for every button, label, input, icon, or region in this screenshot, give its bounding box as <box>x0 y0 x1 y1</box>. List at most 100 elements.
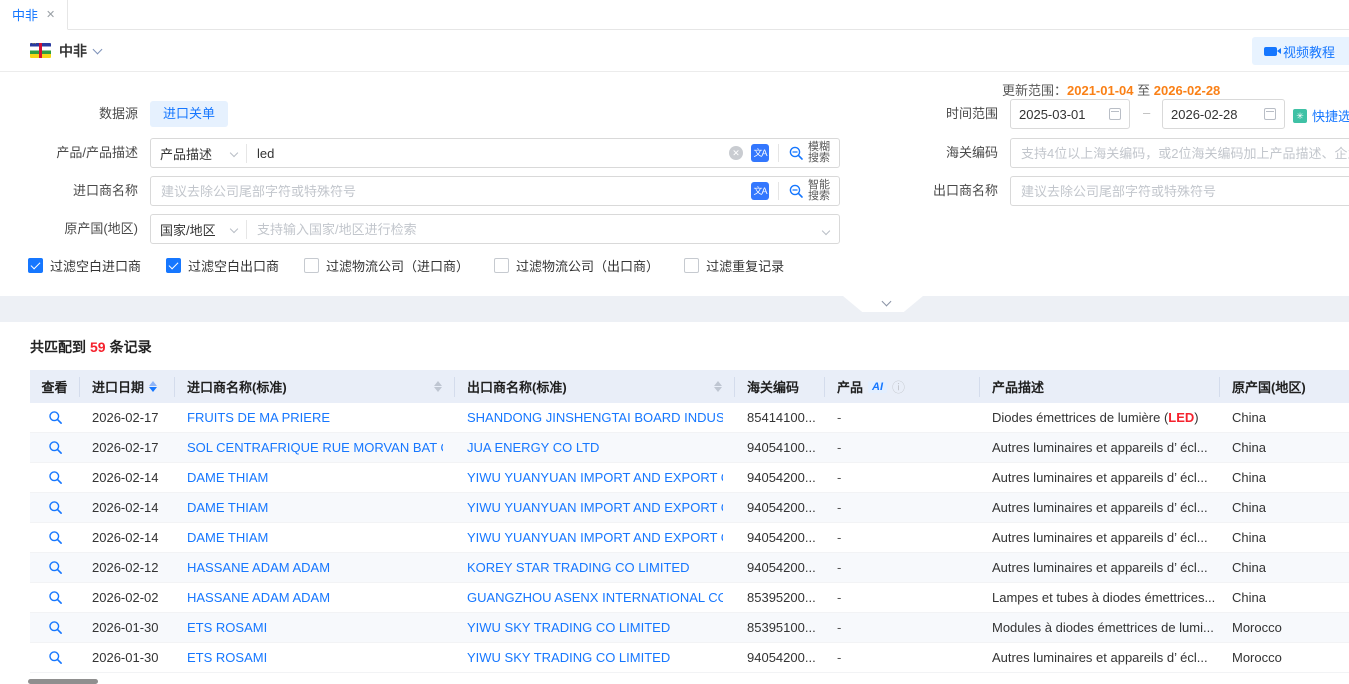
results-prefix: 共匹配到 <box>30 339 86 355</box>
checkbox-icon[interactable] <box>684 258 699 273</box>
exporter-link[interactable]: YIWU SKY TRADING CO LIMITED <box>467 650 670 665</box>
checkbox-label: 过滤物流公司（出口商） <box>516 256 659 275</box>
translate-icon[interactable]: 文A <box>751 182 769 200</box>
date-to-input[interactable]: 2026-02-28 <box>1162 99 1285 129</box>
import-date-cell: 2026-02-14 <box>80 530 175 545</box>
checkbox-icon[interactable] <box>166 258 181 273</box>
datasource-import-declaration-button[interactable]: 进口关单 <box>150 101 228 127</box>
importer-link[interactable]: HASSANE ADAM ADAM <box>187 560 330 575</box>
product-search-input[interactable] <box>247 146 729 161</box>
video-camera-icon <box>1264 47 1277 56</box>
exporter-link[interactable]: YIWU SKY TRADING CO LIMITED <box>467 620 670 635</box>
origin-cell: Morocco <box>1220 650 1349 665</box>
quick-select-button[interactable]: ✳ 快捷选择 <box>1293 106 1349 125</box>
product-label: 产品/产品描述 <box>28 138 138 168</box>
clear-icon[interactable]: ✕ <box>729 146 743 160</box>
divider <box>778 144 779 162</box>
calendar-icon <box>1264 108 1276 120</box>
exporter-input[interactable] <box>1011 184 1349 199</box>
filter-checkbox[interactable]: 过滤空白出口商 <box>166 256 279 275</box>
view-cell[interactable] <box>30 470 80 485</box>
exporter-link[interactable]: GUANGZHOU ASENX INTERNATIONAL CO ... <box>467 590 723 605</box>
info-icon[interactable]: ⓘ <box>892 377 905 396</box>
exporter-link[interactable]: YIWU YUANYUAN IMPORT AND EXPORT C... <box>467 470 723 485</box>
view-detail-icon[interactable] <box>48 410 63 425</box>
collapse-panel-button[interactable] <box>843 296 923 312</box>
horizontal-scrollbar-thumb[interactable] <box>28 679 98 684</box>
date-from-input[interactable]: 2025-03-01 <box>1010 99 1130 129</box>
product-cell: - <box>825 620 980 635</box>
exporter-link[interactable]: YIWU YUANYUAN IMPORT AND EXPORT C... <box>467 530 723 545</box>
importer-link[interactable]: SOL CENTRAFRIQUE RUE MORVAN BAT OF... <box>187 440 443 455</box>
checkbox-icon[interactable] <box>28 258 43 273</box>
filter-checkbox[interactable]: 过滤空白进口商 <box>28 256 141 275</box>
hs-code-cell: 94054200... <box>735 530 825 545</box>
view-detail-icon[interactable] <box>48 620 63 635</box>
view-cell[interactable] <box>30 530 80 545</box>
description-cell: Autres luminaires et appareils d’ écl... <box>980 440 1220 455</box>
video-tutorial-button[interactable]: 视频教程 <box>1252 37 1349 65</box>
importer-link[interactable]: FRUITS DE MA PRIERE <box>187 410 330 425</box>
update-range-from: 2021-01-04 <box>1067 83 1134 98</box>
importer-input[interactable] <box>151 184 751 199</box>
chevron-down-icon[interactable] <box>93 44 103 54</box>
importer-link[interactable]: ETS ROSAMI <box>187 650 267 665</box>
importer-link[interactable]: HASSANE ADAM ADAM <box>187 590 330 605</box>
view-cell[interactable] <box>30 650 80 665</box>
origin-cell: China <box>1220 530 1349 545</box>
importer-link[interactable]: DAME THIAM <box>187 470 268 485</box>
view-cell[interactable] <box>30 440 80 455</box>
col-import-date[interactable]: 进口日期 <box>80 377 175 397</box>
filter-checkbox[interactable]: 过滤重复记录 <box>684 256 784 275</box>
chevron-down-icon[interactable] <box>823 222 839 237</box>
view-cell[interactable] <box>30 410 80 425</box>
col-exporter[interactable]: 出口商名称(标准) <box>455 377 735 397</box>
importer-link[interactable]: DAME THIAM <box>187 500 268 515</box>
product-field-select[interactable]: 产品描述 <box>151 144 247 163</box>
exporter-link[interactable]: YIWU YUANYUAN IMPORT AND EXPORT C... <box>467 500 723 515</box>
view-cell[interactable] <box>30 500 80 515</box>
view-cell[interactable] <box>30 620 80 635</box>
view-detail-icon[interactable] <box>48 500 63 515</box>
filter-checkbox[interactable]: 过滤物流公司（出口商） <box>494 256 659 275</box>
view-detail-icon[interactable] <box>48 530 63 545</box>
view-detail-icon[interactable] <box>48 560 63 575</box>
translate-icon[interactable]: 文A <box>751 144 769 162</box>
view-cell[interactable] <box>30 590 80 605</box>
smart-search-button[interactable]: 智能搜索 <box>788 180 839 202</box>
sort-icon[interactable] <box>149 381 157 392</box>
description-cell: Modules à diodes émettrices de lumi... <box>980 620 1220 635</box>
hs-code-input[interactable] <box>1011 146 1349 161</box>
calendar-icon <box>1109 108 1121 120</box>
tab-zhongfei[interactable]: 中非 ✕ <box>0 0 68 30</box>
checkbox-label: 过滤空白进口商 <box>50 256 141 275</box>
time-range-label: 时间范围 <box>888 99 998 129</box>
view-detail-icon[interactable] <box>48 650 63 665</box>
view-detail-icon[interactable] <box>48 470 63 485</box>
tab-close-icon[interactable]: ✕ <box>46 8 55 21</box>
import-date-cell: 2026-01-30 <box>80 620 175 635</box>
fuzzy-search-button[interactable]: 模糊搜索 <box>788 142 839 164</box>
table-row: 2026-02-14 DAME THIAM YIWU YUANYUAN IMPO… <box>30 493 1349 523</box>
origin-type-select[interactable]: 国家/地区 <box>151 220 247 239</box>
filter-checkbox[interactable]: 过滤物流公司（进口商） <box>304 256 469 275</box>
checkbox-icon[interactable] <box>494 258 509 273</box>
exporter-link[interactable]: SHANDONG JINSHENGTAI BOARD INDUST... <box>467 410 723 425</box>
sort-icon[interactable] <box>434 381 442 392</box>
checkbox-icon[interactable] <box>304 258 319 273</box>
exporter-link[interactable]: JUA ENERGY CO LTD <box>467 440 599 455</box>
col-importer[interactable]: 进口商名称(标准) <box>175 377 455 397</box>
exporter-link[interactable]: KOREY STAR TRADING CO LIMITED <box>467 560 689 575</box>
importer-link[interactable]: ETS ROSAMI <box>187 620 267 635</box>
page-header: 中非 视频教程 <box>0 30 1349 72</box>
product-select-value: 产品描述 <box>160 144 212 163</box>
country-name[interactable]: 中非 <box>59 41 87 61</box>
sort-icon[interactable] <box>714 381 722 392</box>
view-detail-icon[interactable] <box>48 440 63 455</box>
view-detail-icon[interactable] <box>48 590 63 605</box>
description-cell: Lampes et tubes à diodes émettrices... <box>980 590 1220 605</box>
origin-input[interactable] <box>247 222 823 237</box>
product-cell: - <box>825 470 980 485</box>
view-cell[interactable] <box>30 560 80 575</box>
importer-link[interactable]: DAME THIAM <box>187 530 268 545</box>
